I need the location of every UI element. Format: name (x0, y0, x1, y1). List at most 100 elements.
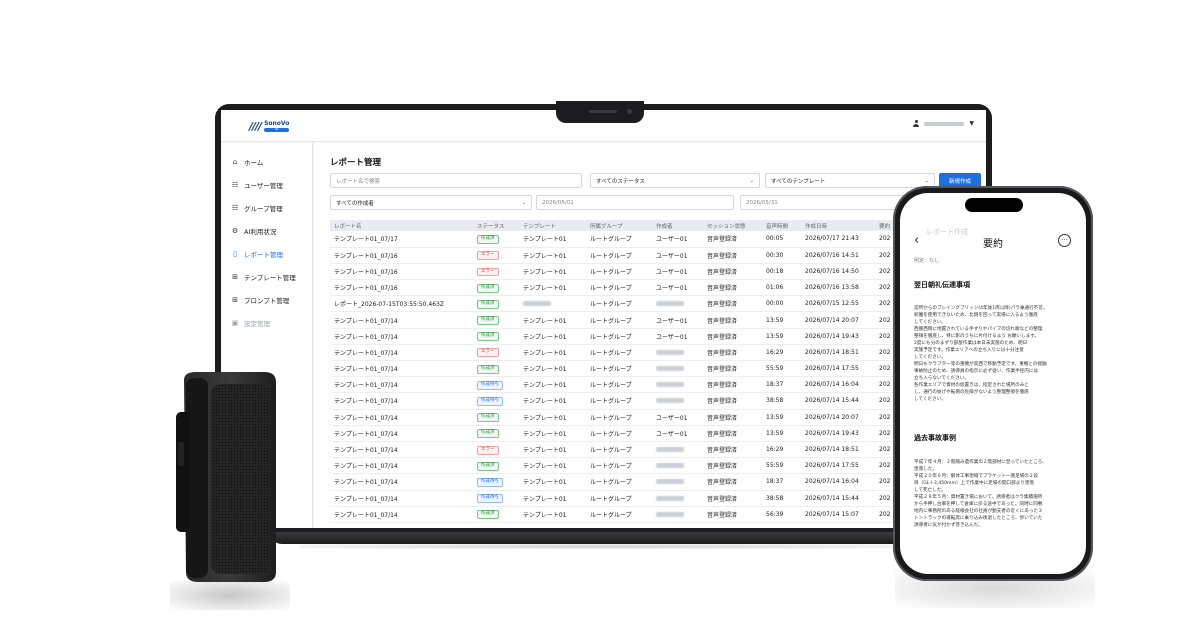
summary-line: 明日もクラブター等の重機が実西で移動予定です。重機との接触 (914, 362, 1047, 367)
cell-created: 2026/07/16 14:51 (801, 247, 875, 264)
cell-status: エラー (473, 263, 519, 281)
status-badge: 作成済 (477, 234, 499, 244)
table-row[interactable]: テンプレート01_07/17 作成済 テンプレート01 ルートグループ ユーザー01 音声… (330, 231, 986, 248)
status-badge: 作成待ち (477, 494, 503, 504)
template-filter-select[interactable]: すべてのテンプレート ⌄ (765, 173, 935, 188)
col-creator[interactable]: 作成者 (652, 220, 703, 231)
cell-group: ルートグループ (586, 473, 652, 491)
cell-template: テンプレート01 (519, 392, 586, 410)
cell-creator (652, 295, 703, 313)
search-input[interactable]: レポート名で検索 (330, 173, 582, 188)
cell-creator: ユーザー01 (652, 328, 703, 345)
cell-status: 作成済 (473, 360, 519, 378)
cell-report-name: テンプレート01_07/14 (330, 441, 473, 459)
cell-template: テンプレート01 (519, 328, 586, 345)
cell-group: ルートグループ (586, 247, 652, 264)
summary-line: 西搬西側に地置されている手すりやパイプの切れ端などの整理 (914, 327, 1043, 332)
table-row[interactable]: テンプレート01_07/14 作成待ち テンプレート01 ルートグループ 音声登録済 38… (330, 490, 986, 507)
sidebar-item-groups[interactable]: ☷ グループ管理 (231, 202, 283, 214)
cell-created: 2026/07/14 17:55 (801, 457, 875, 475)
cell-created: 2026/07/17 21:43 (801, 231, 875, 248)
cell-creator: ユーザー01 (652, 247, 703, 264)
table-row[interactable]: テンプレート01_07/14 作成待ち テンプレート01 ルートグループ 音声登録済 38… (330, 392, 986, 410)
sidebar-item-home[interactable]: ⌂ ホーム (231, 156, 264, 168)
table-row[interactable]: テンプレート01_07/14 エラー テンプレート01 ルートグループ 音声登録済 16:… (330, 441, 986, 459)
col-created[interactable]: 作成日時 (801, 220, 875, 231)
sidebar-item-users[interactable]: ☷ ユーザー管理 (231, 179, 283, 191)
summary-line: 事故防止のため、誘導員の指示に必ず従い、作業半径内には (914, 369, 1039, 374)
cell-session: 音声登録済 (703, 376, 762, 394)
table-row[interactable]: レポート_2026-07-15T03:55:50.463Z 作成済 ルートグループ 音… (330, 295, 986, 313)
cell-duration: 18:37 (762, 376, 801, 394)
status-badge: 作成済 (477, 299, 499, 309)
sidebar-item-prompts[interactable]: ⊞ プロンプト管理 (231, 294, 289, 306)
cell-status: 作成待ち (473, 473, 519, 491)
col-status[interactable]: ステータス (473, 220, 519, 231)
cell-group: ルートグループ (586, 344, 652, 362)
cell-template: テンプレート01 (519, 409, 586, 426)
user-name-redacted (924, 121, 965, 126)
app-logo[interactable]: //// SonoVo AI (249, 120, 290, 133)
cell-group: ルートグループ (586, 360, 652, 378)
cell-report-name: テンプレート01_07/16 (330, 247, 473, 264)
table-row[interactable]: テンプレート01_07/14 作成待ち テンプレート01 ルートグループ 音声登録済 18… (330, 376, 986, 394)
status-filter-select[interactable]: すべてのステータス ⌄ (590, 173, 760, 188)
cell-report-name: テンプレート01_07/14 (330, 376, 473, 394)
col-report-name[interactable]: レポート名 (330, 220, 473, 231)
date-from-input[interactable]: 2026/05/01 (536, 195, 734, 210)
col-template[interactable]: テンプレート (519, 220, 586, 231)
cell-session: 音声登録済 (703, 360, 762, 378)
cell-duration: 16:29 (762, 441, 801, 459)
cell-session: 音声登録済 (703, 231, 762, 248)
cell-session: 音声登録済 (703, 490, 762, 507)
table-row[interactable]: テンプレート01_07/14 作成済 テンプレート01 ルートグループ 音声登録済 55:… (330, 457, 986, 475)
status-badge: 作成済 (477, 461, 499, 471)
table-row[interactable]: テンプレート01_07/14 作成待ち テンプレート01 ルートグループ 音声登録済 18… (330, 473, 986, 491)
cell-duration: 18:37 (762, 473, 801, 491)
cell-template: テンプレート01 (519, 344, 586, 362)
cell-created: 2026/07/14 19:43 (801, 328, 875, 345)
reports-table: レポート名 ステータス テンプレート 所属グループ 作成者 セッション状態 音声… (330, 220, 986, 523)
status-badge: 作成済 (477, 510, 499, 520)
sidebar-item-templates[interactable]: ⊞ テンプレート管理 (231, 271, 296, 283)
sidebar-item-settings[interactable]: ▣ 設定管理 (231, 317, 270, 329)
table-row[interactable]: テンプレート01_07/16 エラー テンプレート01 ルートグループ ユーザー01 音声… (330, 263, 986, 281)
cell-group: ルートグループ (586, 441, 652, 459)
user-icon (913, 120, 920, 127)
sidebar-item-reports[interactable]: ▯ レポート管理 (231, 248, 283, 260)
cell-group: ルートグループ (586, 457, 652, 475)
more-options-icon[interactable]: ··· (1058, 234, 1071, 247)
status-badge: 作成待ち (477, 380, 503, 390)
cell-session: 音声登録済 (703, 295, 762, 313)
table-row[interactable]: テンプレート01_07/14 作成済 テンプレート01 ルートグループ ユーザー01 音声… (330, 328, 986, 345)
cell-created: 2026/07/16 14:50 (801, 263, 875, 281)
table-row[interactable]: テンプレート01_07/14 作成済 テンプレート01 ルートグループ ユーザー01 音声… (330, 409, 986, 426)
cell-duration: 00:30 (762, 247, 801, 264)
cell-created: 2026/07/14 18:51 (801, 441, 875, 459)
table-row[interactable]: テンプレート01_07/14 作成済 テンプレート01 ルートグループ 音声登録済 55:… (330, 360, 986, 378)
cell-status: 作成済 (473, 295, 519, 313)
cell-status: 作成済 (473, 279, 519, 297)
table-row[interactable]: テンプレート01_07/14 作成済 テンプレート01 ルートグループ 音声登録済 56:… (330, 506, 986, 523)
col-group[interactable]: 所属グループ (586, 220, 652, 231)
settings-doc-icon: ▣ (231, 319, 239, 327)
summary-line: 墜落した。 (914, 467, 937, 472)
col-duration[interactable]: 音声時間 (762, 220, 801, 231)
section-title-accidents: 過去事故事例 (914, 434, 956, 442)
user-menu[interactable]: ▼ (913, 120, 974, 127)
sidebar-item-ai-usage[interactable]: ⚙ AI利用状況 (231, 225, 277, 237)
cell-created: 2026/07/16 13:58 (801, 279, 875, 297)
creator-filter-select[interactable]: すべての作成者 ⌄ (330, 195, 532, 210)
cell-duration: 13:59 (762, 328, 801, 345)
status-badge: エラー (477, 267, 499, 277)
status-badge: 作成済 (477, 283, 499, 293)
table-row[interactable]: テンプレート01_07/14 作成済 テンプレート01 ルートグループ ユーザー01 音声… (330, 311, 986, 329)
table-row[interactable]: テンプレート01_07/14 作成済 テンプレート01 ルートグループ ユーザー01 音声… (330, 425, 986, 442)
table-row[interactable]: テンプレート01_07/16 作成済 テンプレート01 ルートグループ ユーザー01 音声… (330, 279, 986, 297)
col-session[interactable]: セッション状態 (703, 220, 762, 231)
cell-group: ルートグループ (586, 409, 652, 426)
table-row[interactable]: テンプレート01_07/14 エラー テンプレート01 ルートグループ 音声登録済 16:… (330, 344, 986, 362)
cell-session: 音声登録済 (703, 311, 762, 329)
cell-report-name: テンプレート01_07/14 (330, 311, 473, 329)
table-row[interactable]: テンプレート01_07/16 エラー テンプレート01 ルートグループ ユーザー01 音声… (330, 247, 986, 264)
